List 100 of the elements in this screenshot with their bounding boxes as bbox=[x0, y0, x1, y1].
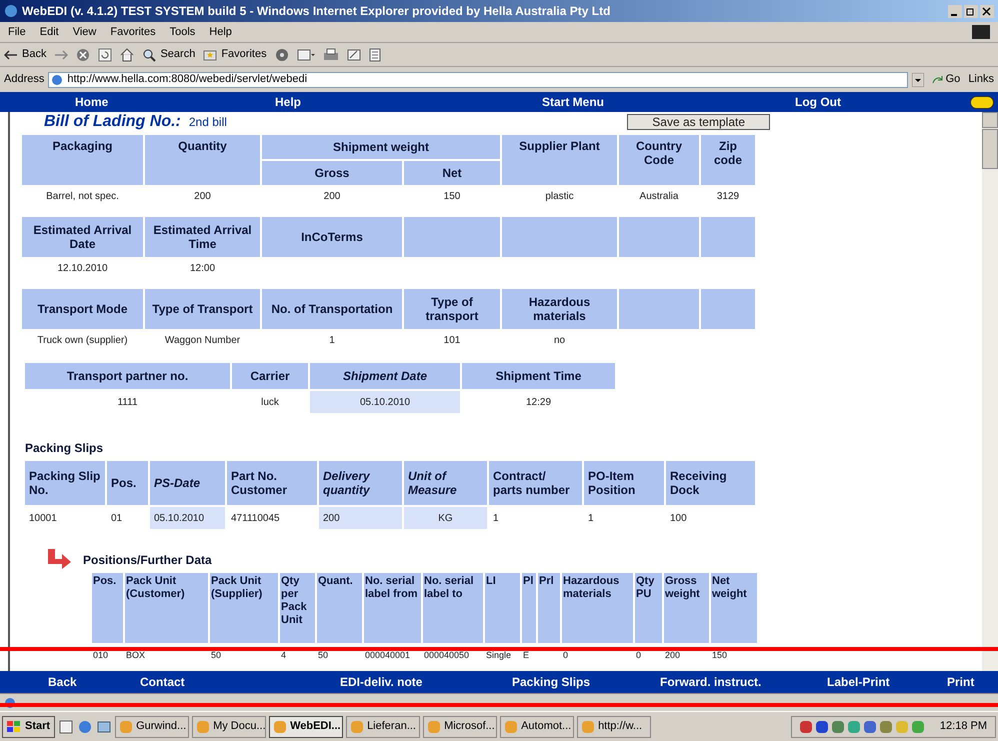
table-cell-text: 12:29 bbox=[524, 396, 552, 410]
links-label[interactable]: Links bbox=[968, 71, 994, 88]
table-cell-text: Truck own (supplier) bbox=[36, 334, 129, 348]
taskbar-button[interactable]: Microsof... bbox=[423, 716, 498, 738]
column-header: Qty PU bbox=[635, 574, 656, 601]
search-icon bbox=[142, 48, 156, 62]
tray-icon[interactable] bbox=[864, 720, 876, 732]
quick-launch-icon[interactable] bbox=[96, 718, 112, 734]
edit-icon[interactable] bbox=[346, 48, 361, 62]
quick-launch-icon[interactable] bbox=[58, 718, 74, 734]
input-field[interactable]: KG bbox=[404, 507, 487, 529]
column-header: No. serial label from bbox=[364, 574, 419, 601]
column-header: Pack Unit (Supplier) bbox=[210, 574, 264, 601]
input-field[interactable]: 05.10.2010 bbox=[150, 507, 225, 529]
nav-link[interactable]: Forward. instruct. bbox=[655, 673, 825, 691]
table-cell-text: 12.10.2010 bbox=[56, 262, 109, 276]
menu-item[interactable]: Favorites bbox=[110, 24, 156, 40]
column-header: Zip code bbox=[701, 135, 755, 185]
nav-link[interactable]: Back bbox=[0, 673, 140, 691]
nav-link[interactable]: Contact bbox=[140, 673, 335, 691]
close-icon[interactable] bbox=[980, 4, 994, 18]
table-cell: Single bbox=[485, 651, 512, 660]
column-header: Estimated Arrival Time bbox=[145, 217, 260, 257]
nav-link[interactable]: Home bbox=[0, 93, 185, 111]
tray-icon[interactable] bbox=[816, 720, 828, 732]
taskbar-button[interactable]: Automot... bbox=[500, 716, 574, 738]
column-header: Contract/ parts number bbox=[489, 461, 582, 505]
column-header: Gross weight bbox=[664, 574, 701, 601]
column-header: PO-Item Position bbox=[584, 461, 664, 505]
nav-link[interactable]: Label-Print bbox=[825, 673, 945, 691]
toolbar-button[interactable]: Favorites bbox=[203, 46, 267, 63]
nav-link[interactable]: Print bbox=[945, 673, 974, 691]
go-button[interactable]: Go bbox=[928, 71, 964, 88]
nav-link[interactable]: EDI-deliv. note bbox=[335, 673, 510, 691]
restore-icon[interactable] bbox=[964, 4, 978, 18]
nav-link[interactable]: Start Menu bbox=[537, 93, 790, 111]
column-header: Hazardous materials bbox=[562, 574, 620, 601]
column-header: Unit of Measure bbox=[404, 461, 487, 505]
menu-item[interactable]: Tools bbox=[170, 24, 196, 40]
table-cell: 0 bbox=[562, 651, 570, 660]
input-field[interactable]: 05.10.2010 bbox=[310, 391, 460, 413]
header-cell-background bbox=[701, 289, 755, 329]
nav-link[interactable]: Log Out bbox=[790, 93, 960, 111]
menu-item[interactable]: View bbox=[72, 24, 96, 40]
table-cell-text: 1 bbox=[492, 512, 500, 526]
taskbar-button[interactable]: Lieferan... bbox=[346, 716, 420, 738]
taskbar-button[interactable]: Gurwind... bbox=[115, 716, 190, 738]
column-header: PS-Date bbox=[150, 461, 225, 505]
home-icon[interactable] bbox=[120, 48, 134, 62]
media-icon[interactable] bbox=[274, 48, 289, 62]
menu-item[interactable]: File bbox=[8, 24, 26, 40]
window-icon bbox=[120, 720, 132, 732]
toolbar-button[interactable]: Back bbox=[4, 46, 46, 63]
table-cell: BOX bbox=[125, 651, 146, 660]
table-cell: 200 bbox=[664, 651, 682, 660]
nav-link[interactable]: Packing Slips bbox=[510, 673, 655, 691]
table-cell-text: 200 bbox=[322, 190, 342, 204]
taskbar-button[interactable]: http://w... bbox=[577, 716, 652, 738]
table-cell-text: 01 bbox=[110, 512, 124, 526]
table-cell-text: 101 bbox=[442, 334, 462, 348]
column-header: Receiving Dock bbox=[666, 461, 755, 505]
menu-item[interactable]: Edit bbox=[40, 24, 59, 40]
column-header: Type of transport bbox=[404, 289, 500, 329]
address-label: Address bbox=[4, 72, 44, 88]
start-button[interactable]: Start bbox=[2, 716, 56, 738]
column-header: Estimated Arrival Date bbox=[22, 217, 143, 257]
save-template-button[interactable]: Save as template bbox=[627, 114, 770, 130]
table-cell: E bbox=[522, 651, 530, 660]
mail-icon[interactable] bbox=[296, 48, 315, 62]
minimize-icon[interactable] bbox=[948, 4, 962, 18]
column-header: Delivery quantity bbox=[319, 461, 402, 505]
stop-icon[interactable] bbox=[76, 48, 90, 62]
table-cell-text: Australia bbox=[638, 190, 680, 204]
tray-icon[interactable] bbox=[832, 720, 844, 732]
dropdown-caret-icon[interactable] bbox=[912, 72, 924, 86]
table-cell: 50 bbox=[317, 651, 330, 660]
column-header: Quantity bbox=[145, 135, 260, 185]
menu-item[interactable]: Help bbox=[209, 24, 232, 40]
nav-link[interactable]: Help bbox=[185, 93, 537, 111]
table-cell: 4 bbox=[280, 651, 288, 660]
table-cell-text: Waggon Number bbox=[164, 334, 242, 348]
refresh-icon[interactable] bbox=[98, 48, 112, 62]
header-cell-background bbox=[701, 217, 755, 257]
column-header: Pack Unit (Customer) bbox=[125, 574, 186, 601]
table-cell-text: 100 bbox=[669, 512, 688, 526]
printer-icon[interactable] bbox=[322, 48, 339, 62]
column-header: InCoTerms bbox=[262, 217, 402, 257]
taskbar-button[interactable]: WebEDI... bbox=[269, 716, 344, 738]
address-field[interactable]: http://www.hella.com:8080/webedi/servlet/webedi bbox=[48, 72, 908, 88]
input-field[interactable]: 200 bbox=[319, 507, 402, 529]
column-header: Prl bbox=[538, 574, 555, 588]
toolbar-button[interactable]: Search bbox=[142, 46, 196, 63]
page-icon bbox=[51, 74, 64, 86]
corner-arrow-icon bbox=[47, 549, 71, 569]
tray-icon[interactable] bbox=[800, 720, 812, 732]
column-header: Part No. Customer bbox=[227, 461, 317, 505]
browser-icon[interactable] bbox=[77, 718, 94, 734]
taskbar-button[interactable]: My Docu... bbox=[192, 716, 266, 738]
column-header: No. serial label to bbox=[423, 574, 475, 601]
document-icon[interactable] bbox=[368, 48, 381, 62]
